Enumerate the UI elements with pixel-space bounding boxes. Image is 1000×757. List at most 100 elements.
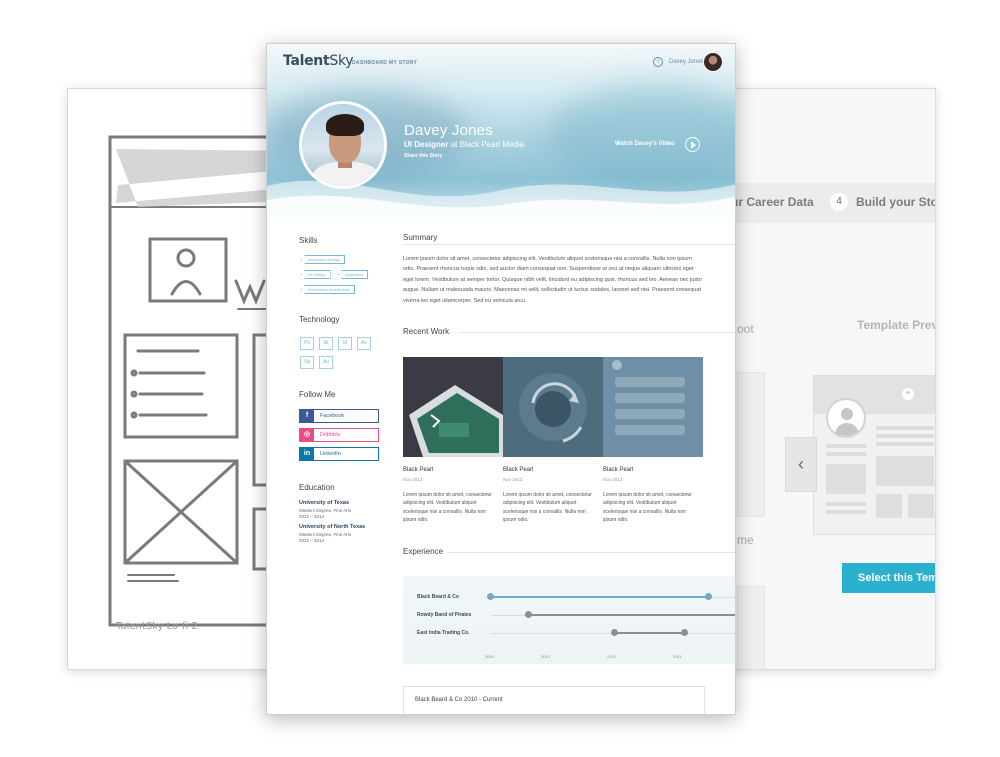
step-career-data[interactable]: ur Career Data [731, 195, 814, 209]
chevron-left-icon[interactable]: ‹ [785, 437, 817, 492]
timeline-year: 2012 [607, 654, 616, 659]
timeline-dot[interactable] [681, 629, 688, 636]
edu-school: University of North Texas [299, 524, 366, 530]
experience-timeline: Black Beard & Co Rowdy Band of Pirates E… [403, 576, 735, 664]
talentsky-logo[interactable]: TalentSky [283, 53, 354, 69]
mock-line [876, 442, 934, 446]
timeline-bar[interactable] [615, 632, 685, 634]
role-company: at Black Pearl Media [450, 140, 525, 149]
work-date: Nov 2013 [503, 477, 523, 482]
play-icon[interactable] [685, 137, 700, 152]
work-date: Nov 2013 [403, 477, 423, 482]
work-thumbnail[interactable] [603, 357, 703, 457]
facebook-button[interactable]: f Facebook [299, 409, 379, 423]
linkedin-label: LinkedIn [320, 451, 341, 457]
mock-block [826, 464, 866, 494]
work-thumbnail[interactable] [403, 357, 503, 457]
summary-text: Lorem ipsum dolor sit amet, consectetur … [403, 256, 702, 304]
me-label: me [737, 533, 754, 547]
experience-card[interactable]: Black Beard & Co 2010 - Current [403, 686, 705, 714]
work-thumbnail[interactable] [503, 357, 603, 457]
timeline-dot[interactable] [525, 611, 532, 618]
skill-tag[interactable]: Interaction Design [301, 255, 346, 264]
section-divider [447, 552, 735, 553]
timeline-dot[interactable] [705, 593, 712, 600]
role-title: UI Designer [404, 140, 449, 149]
skills-heading: Skills [299, 236, 318, 245]
recent-work-heading: Recent Work [403, 327, 450, 336]
timeline-year: 2013 [541, 654, 550, 659]
step-build-story[interactable]: Build your Sto [856, 195, 935, 209]
select-template-button[interactable]: Select this Temp [842, 563, 935, 593]
tech-icon: Sg [300, 356, 314, 369]
timeline-dot[interactable] [487, 593, 494, 600]
profile-name: Davey Jones [404, 122, 493, 139]
edu-school: University of Texas [299, 500, 350, 506]
skill-tag[interactable]: Illustration [338, 270, 369, 279]
facebook-label: Facebook [320, 413, 345, 419]
work-date: Nov 2013 [603, 477, 623, 482]
technology-heading: Technology [299, 315, 340, 324]
edu-years: 2012 – 2014 [299, 538, 325, 543]
work-title[interactable]: Black Pearl [403, 467, 433, 473]
profile-role: UI Designer at Black Pearl Media [404, 140, 524, 149]
timeline-row-label[interactable]: East India Trading Co. [417, 630, 470, 636]
work-description: Lorem ipsum dolor sit amet, consectetur … [503, 492, 592, 523]
nav-my-story[interactable]: MY STORY [389, 60, 417, 66]
nav-user-name[interactable]: Davey Jones [669, 59, 704, 65]
template-preview-mock: + [813, 375, 935, 535]
tech-icon: Ae [357, 337, 371, 350]
mock-block [876, 456, 934, 486]
template-option-card[interactable] [737, 586, 765, 669]
dribbble-label: Dribbble [320, 432, 341, 438]
nav-dashboard[interactable]: DASHBOARD [352, 60, 387, 66]
work-title[interactable]: Black Pearl [503, 467, 533, 473]
tech-icon: Id [338, 337, 352, 350]
tech-icon: Au [319, 356, 333, 369]
follow-heading: Follow Me [299, 390, 336, 399]
mock-line [826, 452, 866, 456]
linkedin-icon: in [300, 448, 314, 460]
dribbble-button[interactable]: ◎ Dribbble [299, 428, 379, 442]
template-option-card[interactable] [737, 372, 765, 517]
timeline-bar[interactable] [491, 596, 709, 598]
user-avatar[interactable] [703, 52, 723, 72]
screenshot-stage: TalentSky Lo-fi 2 ur Career Data 4 Build… [0, 0, 1000, 757]
logo-part-talent: Talent [283, 53, 330, 69]
profile-photo [299, 101, 387, 189]
skill-tag[interactable]: UI Design [301, 270, 331, 279]
mock-block [908, 494, 934, 518]
timeline-row-label[interactable]: Rowdy Band of Pirates [417, 612, 471, 618]
linkedin-button[interactable]: in LinkedIn [299, 447, 379, 461]
top-nav: TalentSky DASHBOARD MY STORY i Davey Jon… [267, 44, 735, 80]
work-description: Lorem ipsum dolor sit amet, consectetur … [403, 492, 492, 523]
mock-line [876, 426, 934, 430]
timeline-year: 2011 [673, 654, 682, 659]
tech-icon: Ps [300, 337, 314, 350]
boot-label: oot [737, 322, 754, 336]
work-description: Lorem ipsum dolor sit amet, consectetur … [603, 492, 692, 523]
watch-video-link[interactable]: Watch Davey's Video [615, 141, 675, 147]
share-story-link[interactable]: Share this Story [404, 153, 442, 159]
profile-page: TalentSky DASHBOARD MY STORY i Davey Jon… [266, 43, 736, 715]
work-title[interactable]: Black Pearl [603, 467, 633, 473]
summary-heading: Summary [403, 233, 438, 242]
skill-tag[interactable]: Information Architecture [301, 285, 356, 294]
dribbble-icon: ◎ [300, 429, 314, 441]
section-divider [459, 332, 735, 333]
step-number-badge: 4 [830, 193, 848, 211]
mock-line [826, 502, 866, 506]
experience-heading: Experience [403, 547, 444, 556]
timeline-dot[interactable] [611, 629, 618, 636]
avatar-placeholder-icon [826, 398, 866, 438]
info-icon[interactable]: i [653, 57, 663, 67]
tech-icon: Ai [319, 337, 333, 350]
timeline-bar[interactable] [529, 614, 735, 616]
facebook-icon: f [300, 410, 314, 422]
template-preview-heading: Template Prev [857, 318, 936, 332]
mock-line [876, 434, 934, 438]
timeline-row-label[interactable]: Black Beard & Co [417, 594, 459, 600]
education-heading: Education [299, 483, 335, 492]
logo-part-sky: Sky [329, 53, 354, 69]
plus-icon: + [902, 388, 914, 400]
